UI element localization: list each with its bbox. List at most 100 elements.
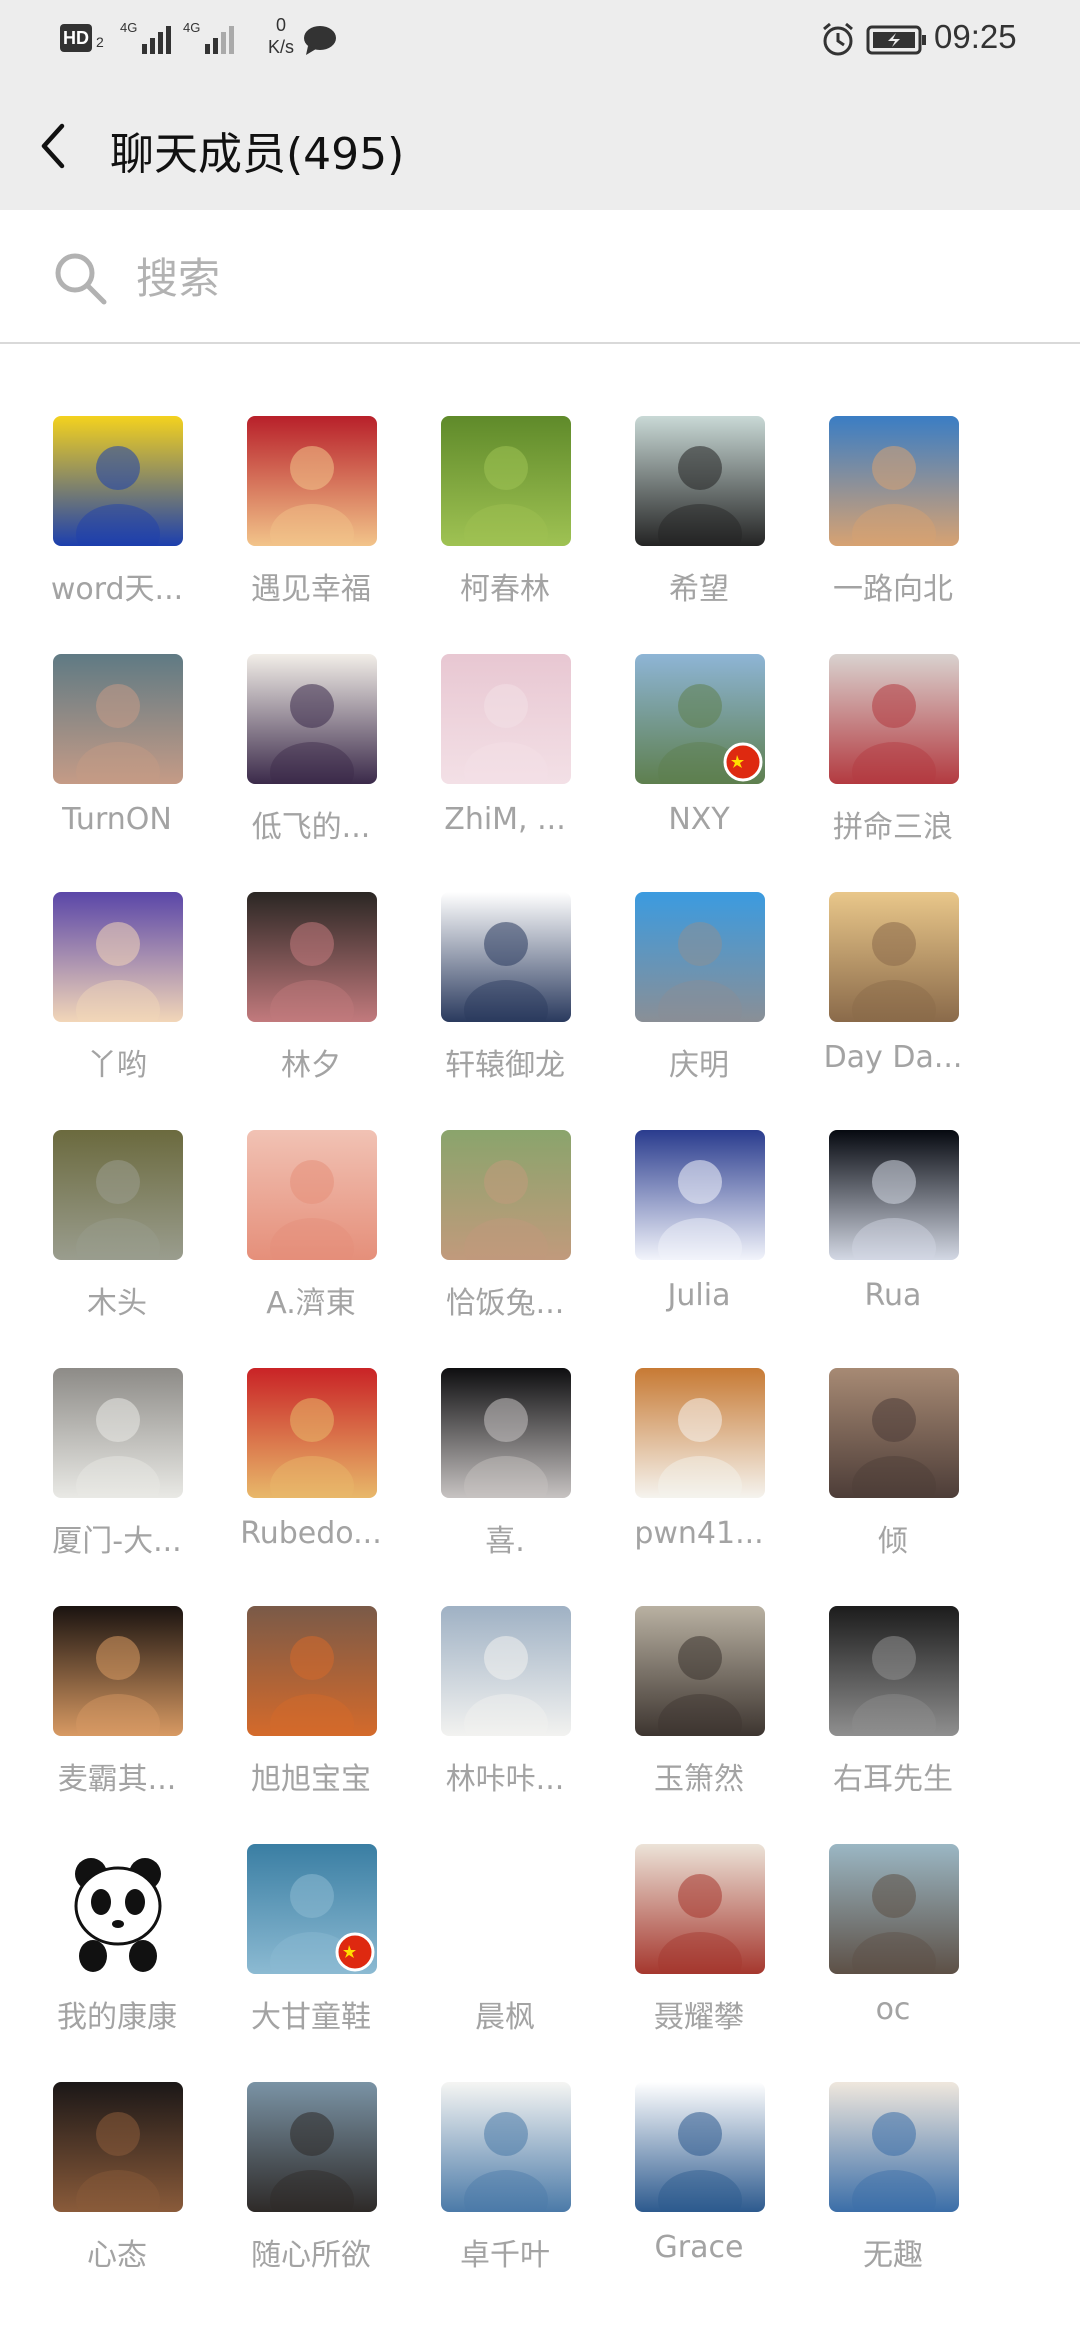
signal-icon-2: 4G (183, 20, 234, 54)
avatar-image (53, 1130, 183, 1260)
member-item[interactable]: 心态 (20, 2082, 214, 2282)
member-name: 聂耀攀 (654, 2000, 744, 2035)
member-item[interactable]: 右耳先生 (796, 1606, 990, 1806)
avatar-image (829, 892, 959, 1022)
member-item[interactable]: 一路向北 (796, 416, 990, 616)
member-item[interactable]: ZhiM, ... (408, 654, 602, 854)
member-item[interactable]: 希望 (602, 416, 796, 616)
avatar (829, 1130, 959, 1260)
member-name: 丫哟 (87, 1048, 147, 1083)
member-item[interactable]: 无趣 (796, 2082, 990, 2282)
member-name: pwn41... (634, 1516, 764, 1551)
nav-bar: 聊天成员(495) (0, 80, 1080, 210)
member-name: Grace (654, 2230, 744, 2265)
member-name: 低飞的... (251, 810, 371, 845)
avatar-image (441, 892, 571, 1022)
avatar-image (635, 416, 765, 546)
member-name: 倾 (878, 1524, 908, 1559)
member-name: ZhiM, ... (444, 802, 566, 837)
member-name: A.濟東 (266, 1286, 356, 1321)
member-item[interactable]: Grace (602, 2082, 796, 2282)
member-name: Julia (667, 1278, 731, 1313)
member-item[interactable]: 木头 (20, 1130, 214, 1330)
member-item[interactable]: 丫哟 (20, 892, 214, 1092)
member-item[interactable]: TurnON (20, 654, 214, 854)
member-name: 旭旭宝宝 (251, 1762, 371, 1797)
avatar (441, 1606, 571, 1736)
avatar-image (441, 654, 571, 784)
avatar (247, 416, 377, 546)
member-item[interactable]: 喜. (408, 1368, 602, 1568)
chevron-left-icon[interactable] (34, 120, 74, 172)
clock-time: 09:25 (934, 18, 1017, 55)
member-item[interactable]: 遇见幸福 (214, 416, 408, 616)
member-item[interactable]: 恰饭兔... (408, 1130, 602, 1330)
hd-label: HD (63, 28, 89, 48)
member-item[interactable]: 晨枫 (408, 1844, 602, 2044)
avatar-image (247, 2082, 377, 2212)
member-name: Day Da... (823, 1040, 963, 1075)
member-item[interactable]: Rubedo... (214, 1368, 408, 1568)
avatar-image (441, 416, 571, 546)
member-item[interactable]: word天... (20, 416, 214, 616)
member-item[interactable]: pwn41... (602, 1368, 796, 1568)
avatar-image (829, 416, 959, 546)
member-item[interactable]: 麦霸其... (20, 1606, 214, 1806)
avatar (53, 1606, 183, 1736)
avatar (53, 1368, 183, 1498)
avatar (635, 654, 765, 784)
member-item[interactable]: 柯春林 (408, 416, 602, 616)
avatar (441, 892, 571, 1022)
member-name: Rubedo... (240, 1516, 382, 1551)
avatar-image (635, 1130, 765, 1260)
avatar (53, 416, 183, 546)
avatar (247, 2082, 377, 2212)
member-item[interactable]: 林夕 (214, 892, 408, 1092)
member-item[interactable]: 轩辕御龙 (408, 892, 602, 1092)
avatar (53, 1844, 183, 1974)
avatar-image (247, 1844, 377, 1974)
member-item[interactable]: 林咔咔... (408, 1606, 602, 1806)
member-item[interactable]: 大甘童鞋 (214, 1844, 408, 2044)
avatar (829, 1368, 959, 1498)
avatar (635, 1368, 765, 1498)
member-name: 无趣 (863, 2238, 923, 2273)
member-item[interactable]: oc (796, 1844, 990, 2044)
member-grid: word天... 遇见幸福 柯春林 希望 一路向北 TurnON 低飞的... … (0, 344, 1080, 2340)
member-item[interactable]: 拼命三浪 (796, 654, 990, 854)
search-input[interactable] (134, 242, 1018, 314)
hd-icon: HD (60, 24, 92, 52)
member-item[interactable]: 旭旭宝宝 (214, 1606, 408, 1806)
avatar (441, 1368, 571, 1498)
member-item[interactable]: Day Da... (796, 892, 990, 1092)
member-item[interactable]: 低飞的... (214, 654, 408, 854)
avatar-image (829, 654, 959, 784)
avatar-image (635, 1844, 765, 1974)
avatar (441, 416, 571, 546)
avatar (53, 654, 183, 784)
member-item[interactable]: 倾 (796, 1368, 990, 1568)
avatar-image (247, 1368, 377, 1498)
member-item[interactable]: 卓千叶 (408, 2082, 602, 2282)
member-item[interactable]: Rua (796, 1130, 990, 1330)
member-item[interactable]: 我的康康 (20, 1844, 214, 2044)
avatar-image (441, 1844, 571, 1974)
avatar-image (829, 1844, 959, 1974)
hd-sub-label: 2 (96, 34, 104, 50)
member-item[interactable]: 玉箫然 (602, 1606, 796, 1806)
avatar-image (247, 1606, 377, 1736)
network-speed: 0 K/s (258, 14, 304, 58)
member-item[interactable]: NXY (602, 654, 796, 854)
avatar (441, 654, 571, 784)
member-item[interactable]: 随心所欲 (214, 2082, 408, 2282)
member-name: 玉箫然 (654, 1762, 744, 1797)
member-item[interactable]: A.濟東 (214, 1130, 408, 1330)
member-name: 一路向北 (833, 572, 953, 607)
avatar-image (635, 654, 765, 784)
member-item[interactable]: Julia (602, 1130, 796, 1330)
avatar-image (441, 2082, 571, 2212)
member-item[interactable]: 庆明 (602, 892, 796, 1092)
avatar (247, 892, 377, 1022)
member-item[interactable]: 厦门-大... (20, 1368, 214, 1568)
member-item[interactable]: 聂耀攀 (602, 1844, 796, 2044)
